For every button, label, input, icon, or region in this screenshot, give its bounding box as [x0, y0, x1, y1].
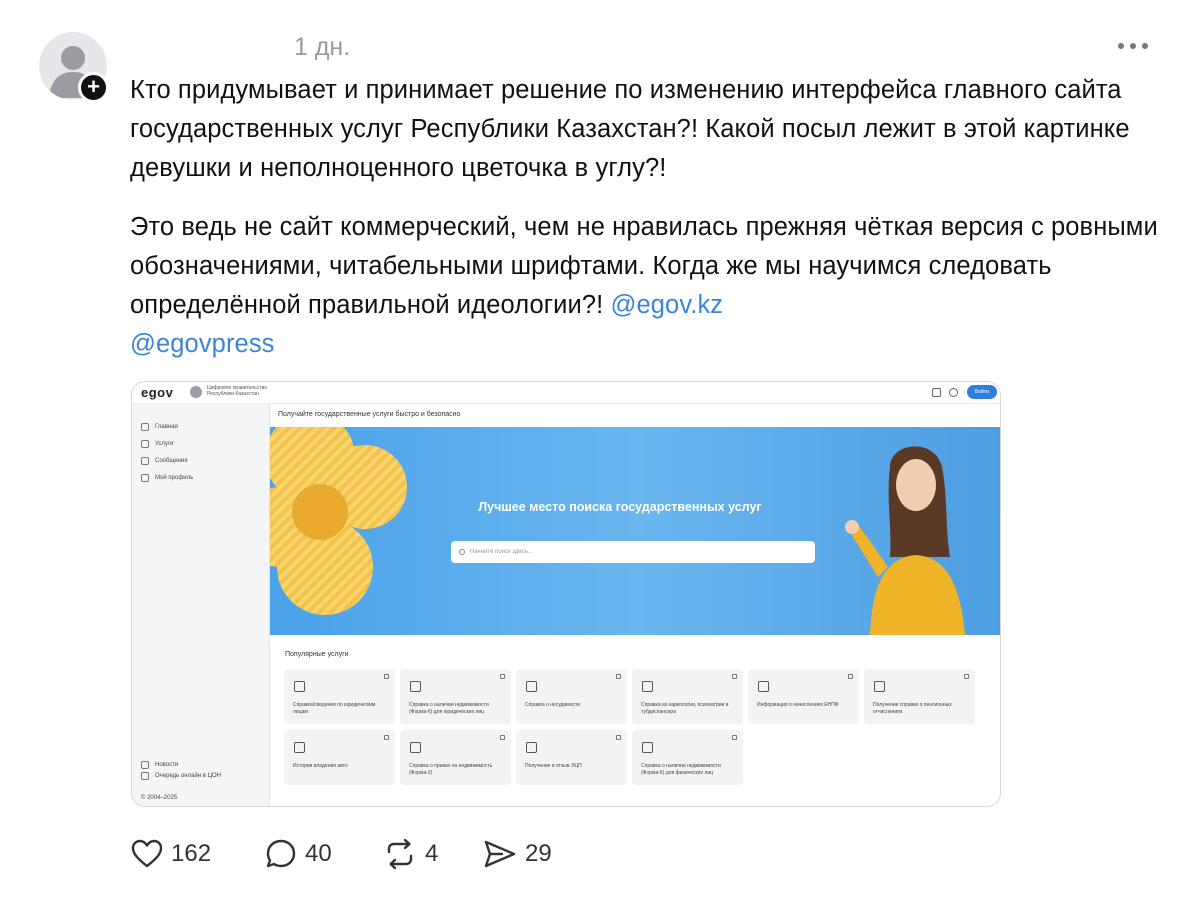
egov-service-card-label: Справка о правах на недвижимость (Форма-… — [409, 763, 493, 776]
share-button[interactable]: 29 — [483, 836, 552, 872]
egov-nav-news: Новости — [141, 761, 178, 769]
woman-illustration — [845, 446, 965, 635]
egov-nav-services-label: Услуги — [155, 441, 174, 447]
gov-name: Цифровое правительство Республики Казахс… — [207, 385, 267, 397]
bookmark-icon — [732, 735, 737, 740]
heart-icon — [131, 839, 163, 868]
egov-copyright: © 2004–2025 — [141, 795, 178, 801]
send-icon — [484, 840, 516, 868]
bookmark-icon — [500, 674, 505, 679]
post-body: Кто придумывает и принимает решение по и… — [130, 71, 1180, 364]
language-icon — [949, 388, 958, 397]
accessibility-icon — [932, 388, 941, 397]
egov-service-card: Получение и отзыв ЭЦП — [516, 730, 627, 785]
house-icon — [410, 681, 421, 692]
egov-nav-home: Главная — [141, 423, 178, 431]
more-options-icon[interactable] — [1118, 40, 1158, 52]
shield-icon — [642, 681, 653, 692]
document-icon — [294, 681, 305, 692]
egov-hero-title: Лучшее место поиска государственных услу… — [478, 500, 762, 514]
certificate-icon — [526, 681, 537, 692]
egov-search-input: Начните поиск здесь... — [451, 541, 815, 563]
repost-icon — [387, 838, 413, 870]
egov-service-card: Справка из наркологии, психиатрии и тубд… — [632, 669, 743, 724]
attached-screenshot[interactable]: egov Цифровое правительство Республики К… — [131, 381, 1001, 807]
bookmark-icon — [848, 674, 853, 679]
post-paragraph-1: Кто придумывает и принимает решение по и… — [130, 76, 1130, 182]
repost-count: 4 — [425, 840, 439, 867]
egov-topbar: egov Цифровое правительство Республики К… — [132, 382, 1000, 404]
egov-nav-messages-label: Сообщения — [155, 458, 188, 464]
egov-nav-queue: Очередь онлайн в ЦОН — [141, 772, 221, 780]
search-icon — [459, 549, 465, 555]
bookmark-icon — [964, 674, 969, 679]
gov-emblem-icon — [190, 386, 202, 398]
comment-icon — [266, 839, 296, 868]
profile-icon — [141, 474, 149, 482]
bookmark-icon — [732, 674, 737, 679]
egov-service-card: Получение справки о пенсионных отчислени… — [864, 669, 975, 724]
news-icon — [141, 761, 149, 769]
egov-nav-news-label: Новости — [155, 762, 179, 768]
egov-nav-profile: Мой профиль — [141, 474, 193, 482]
egov-hero-banner: Лучшее место поиска государственных услу… — [270, 427, 1000, 635]
like-count: 162 — [171, 840, 212, 867]
egov-popular-title: Популярные услуги — [285, 651, 349, 658]
egov-service-card: Информация о начислениях ЕНПФ — [748, 669, 859, 724]
egov-service-card-label: Получение справки о пенсионных отчислени… — [873, 702, 952, 715]
egov-login-button: Войти — [967, 385, 997, 399]
bookmark-icon — [616, 735, 621, 740]
egov-service-card-label: Получение и отзыв ЭЦП — [525, 763, 582, 769]
bookmark-icon — [384, 674, 389, 679]
egov-service-card: Справка/сведения по юридическим лицам — [284, 669, 395, 724]
bookmark-icon — [616, 674, 621, 679]
comment-button[interactable]: 40 — [265, 836, 332, 872]
egov-service-card: История владения авто — [284, 730, 395, 785]
post-paragraph-2: Это ведь не сайт коммерческий, чем не нр… — [130, 208, 1180, 364]
flower-illustration-icon — [270, 427, 407, 615]
egov-nav-home-label: Главная — [155, 424, 178, 430]
message-icon — [141, 457, 149, 465]
follow-button[interactable]: + — [78, 72, 109, 103]
signature-icon — [526, 742, 537, 753]
egov-service-card: Справка о наличии недвижимости (Форма-6)… — [632, 730, 743, 785]
pension-icon — [874, 681, 885, 692]
services-icon — [141, 440, 149, 448]
house-icon — [410, 742, 421, 753]
egov-nav-services: Услуги — [141, 440, 173, 448]
egov-logo: egov — [141, 385, 174, 400]
egov-service-card-label: Информация о начислениях ЕНПФ — [757, 702, 839, 708]
egov-service-card-label: История владения авто — [293, 763, 348, 769]
queue-icon — [141, 772, 149, 780]
egov-service-card-label: Справка о несудимости — [525, 702, 581, 708]
egov-headline: Получайте государственные услуги быстро … — [278, 411, 461, 418]
egov-sidebar: Главная Услуги Сообщения Мой профиль Нов… — [132, 404, 270, 806]
bookmark-icon — [384, 735, 389, 740]
egov-service-card-label: Справка о наличии недвижимости (Форма-6)… — [409, 702, 489, 715]
egov-service-card: Справка о несудимости — [516, 669, 627, 724]
egov-service-card-label: Справка из наркологии, психиатрии и тубд… — [641, 702, 729, 715]
post-timestamp: 1 дн. — [294, 33, 351, 61]
egov-nav-profile-label: Мой профиль — [155, 475, 194, 481]
mention-egovpress[interactable]: @egovpress — [130, 330, 275, 358]
comment-count: 40 — [305, 840, 332, 867]
egov-main: Получайте государственные услуги быстро … — [270, 404, 1000, 806]
egov-nav-queue-label: Очередь онлайн в ЦОН — [155, 773, 221, 779]
egov-nav-messages: Сообщения — [141, 457, 188, 465]
mention-egov-kz[interactable]: @egov.kz — [610, 291, 723, 319]
home-icon — [141, 423, 149, 431]
house-icon — [642, 742, 653, 753]
pension-icon — [758, 681, 769, 692]
egov-service-card-label: Справка о наличии недвижимости (Форма-6)… — [641, 763, 721, 776]
egov-service-card-label: Справка/сведения по юридическим лицам — [293, 702, 376, 715]
like-button[interactable]: 162 — [131, 836, 211, 872]
egov-service-card: Справка о правах на недвижимость (Форма-… — [400, 730, 511, 785]
repost-button[interactable]: 4 — [383, 836, 438, 872]
car-icon — [294, 742, 305, 753]
share-count: 29 — [525, 840, 552, 867]
egov-search-placeholder: Начните поиск здесь... — [470, 549, 533, 555]
bookmark-icon — [500, 735, 505, 740]
egov-service-card: Справка о наличии недвижимости (Форма-6)… — [400, 669, 511, 724]
